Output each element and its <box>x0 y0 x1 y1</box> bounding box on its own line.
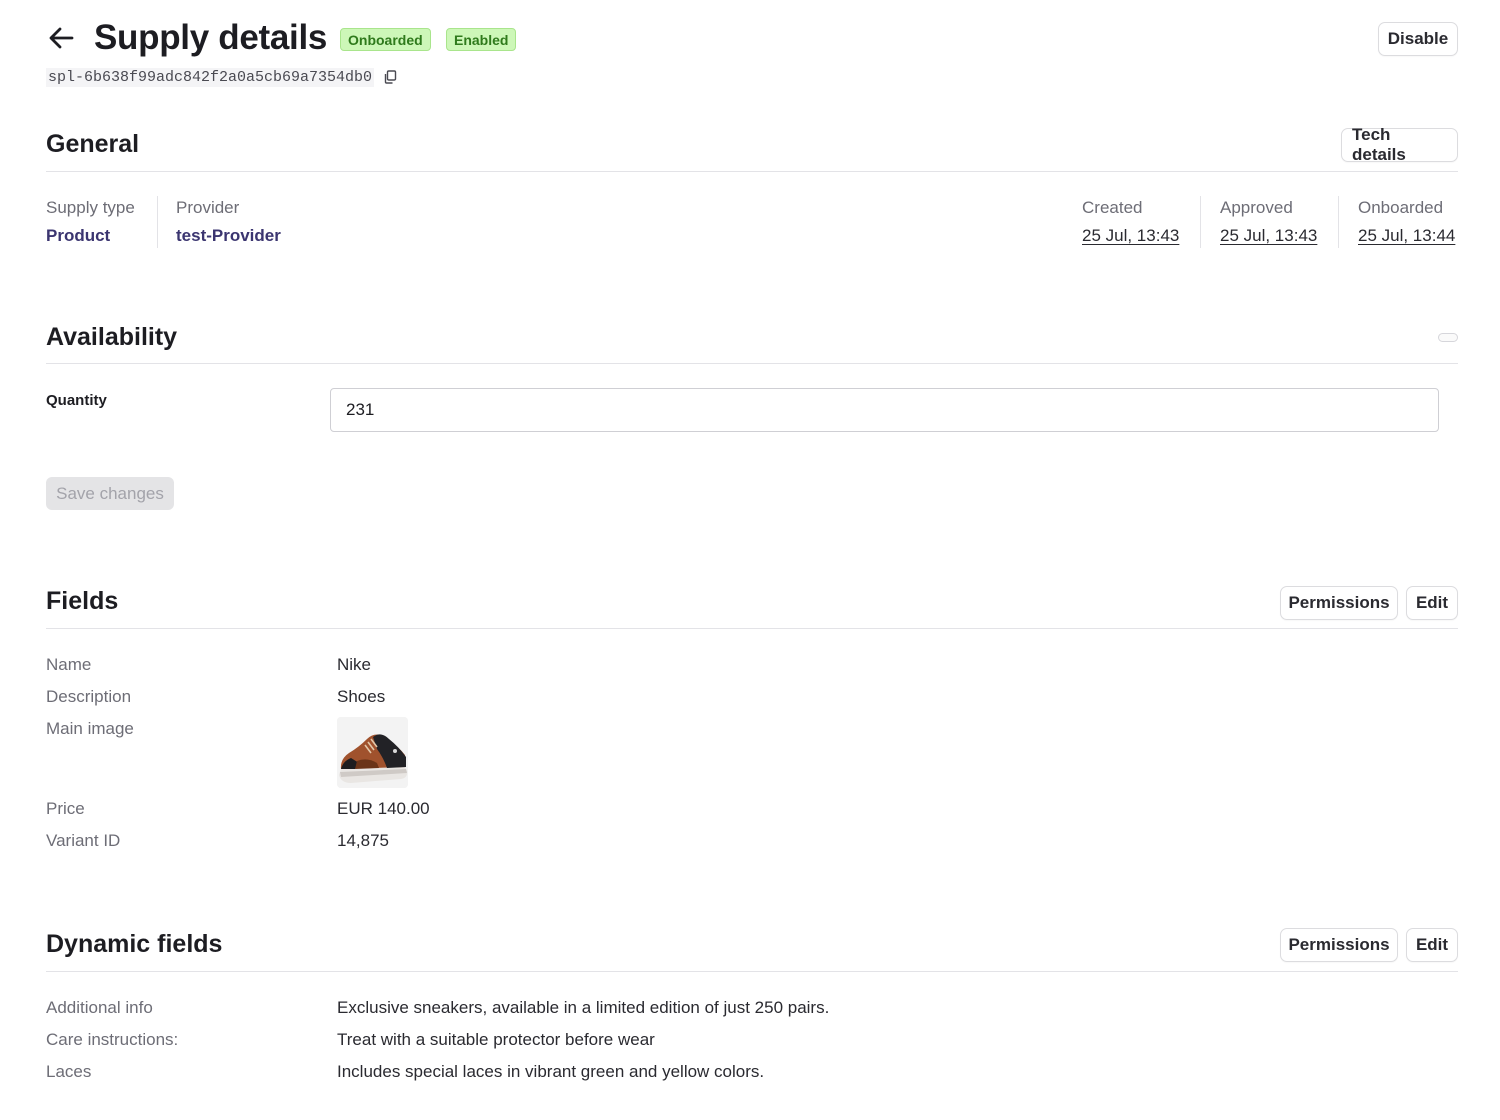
created-label: Created <box>1082 198 1143 217</box>
price-label: Price <box>46 799 85 818</box>
laces-value: Includes special laces in vibrant green … <box>337 1062 765 1081</box>
meta-separator <box>1338 196 1339 248</box>
save-changes-button[interactable]: Save changes <box>46 477 174 510</box>
onboarded-date-link[interactable]: 25 Jul, 13:44 <box>1358 226 1455 246</box>
additional-info-value: Exclusive sneakers, available in a limit… <box>337 998 830 1017</box>
created-date-link[interactable]: 25 Jul, 13:43 <box>1082 226 1179 246</box>
onboarded-label: Onboarded <box>1358 198 1444 217</box>
care-instructions-value: Treat with a suitable protector before w… <box>337 1030 655 1049</box>
dynamic-fields-divider <box>46 971 1458 972</box>
variant-id-value: 14,875 <box>337 831 389 850</box>
page-title: Supply details <box>94 18 328 57</box>
price-value: EUR 140.00 <box>337 799 430 818</box>
supply-type-value: Product <box>46 226 111 245</box>
supply-id-text: spl-6b638f99adc842f2a0a5cb69a7354db0 <box>46 67 375 87</box>
description-value: Shoes <box>337 687 386 706</box>
sneaker-image[interactable] <box>337 717 408 788</box>
approved-date-link[interactable]: 25 Jul, 13:43 <box>1220 226 1317 246</box>
fields-section-title: Fields <box>46 587 119 615</box>
dynamic-permissions-button[interactable]: Permissions <box>1280 928 1398 962</box>
fields-edit-button[interactable]: Edit <box>1406 586 1458 620</box>
copy-icon[interactable] <box>383 70 397 84</box>
general-section-title: General <box>46 130 140 158</box>
availability-toggle[interactable] <box>1438 333 1458 342</box>
meta-separator <box>1200 196 1201 248</box>
laces-label: Laces <box>46 1062 92 1081</box>
disable-button[interactable]: Disable <box>1378 22 1458 56</box>
general-divider <box>46 171 1458 172</box>
status-badge-enabled: Enabled <box>446 28 517 51</box>
availability-divider <box>46 363 1458 364</box>
sneaker-icon <box>337 717 408 788</box>
dynamic-fields-section-title: Dynamic fields <box>46 930 223 958</box>
variant-id-label: Variant ID <box>46 831 121 850</box>
availability-section-title: Availability <box>46 323 178 351</box>
supply-type-label: Supply type <box>46 198 135 217</box>
status-badge-onboarded: Onboarded <box>340 28 431 51</box>
name-value: Nike <box>337 655 372 674</box>
back-arrow-icon[interactable] <box>46 24 76 52</box>
description-label: Description <box>46 687 132 706</box>
provider-value: test-Provider <box>176 226 281 245</box>
name-label: Name <box>46 655 92 674</box>
additional-info-label: Additional info <box>46 998 153 1017</box>
provider-label: Provider <box>176 198 240 217</box>
care-instructions-label: Care instructions: <box>46 1030 179 1049</box>
fields-divider <box>46 628 1458 629</box>
main-image-label: Main image <box>46 719 134 738</box>
tech-details-button[interactable]: Tech details <box>1341 125 1458 164</box>
meta-separator <box>157 196 158 248</box>
quantity-label: Quantity <box>46 392 107 409</box>
fields-permissions-button[interactable]: Permissions <box>1280 586 1398 620</box>
supply-id: spl-6b638f99adc842f2a0a5cb69a7354db0 <box>46 65 397 89</box>
approved-label: Approved <box>1220 198 1293 217</box>
quantity-input[interactable] <box>330 388 1439 432</box>
dynamic-edit-button[interactable]: Edit <box>1406 928 1458 962</box>
